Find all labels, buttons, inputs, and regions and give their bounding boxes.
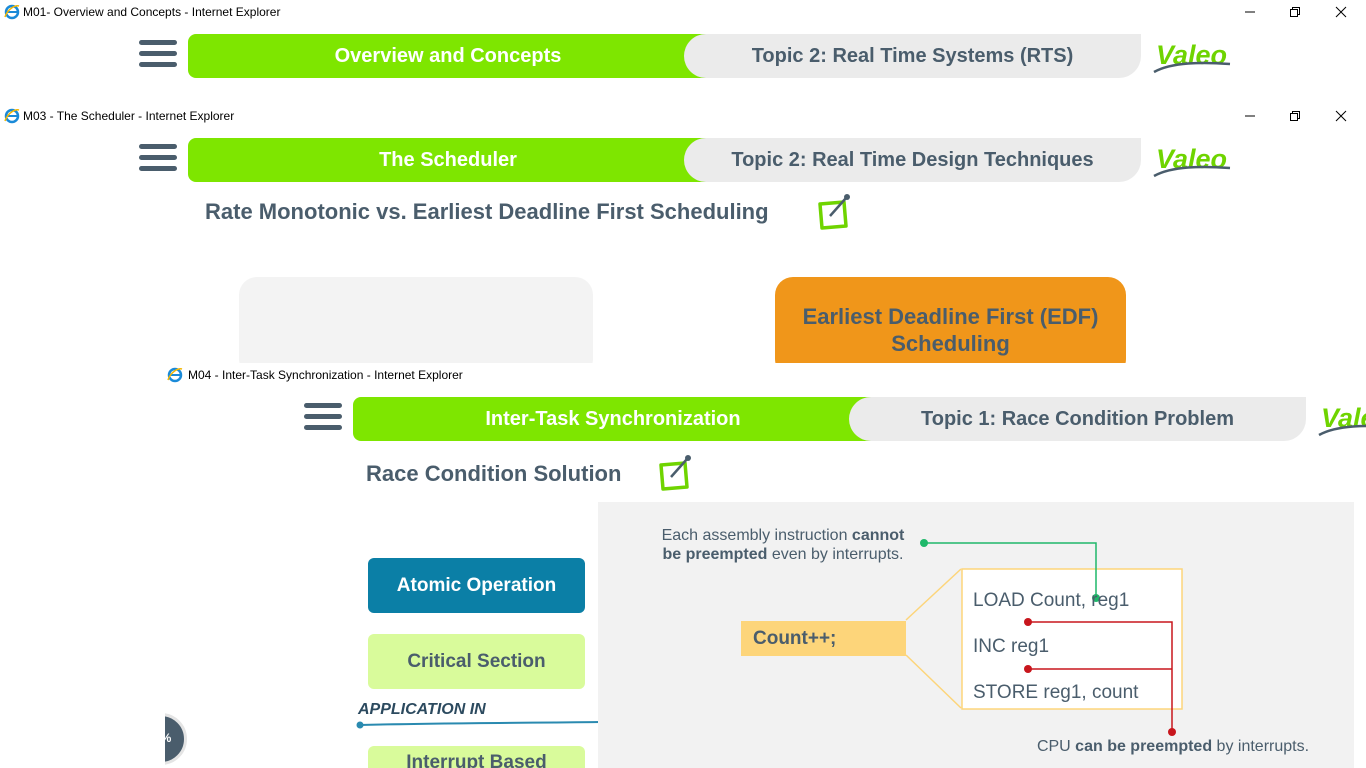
application-line xyxy=(356,721,601,729)
tab-topic[interactable]: Topic 2: Real Time Systems (RTS) xyxy=(684,34,1141,78)
notes-icon[interactable] xyxy=(816,192,852,232)
tab-module[interactable]: The Scheduler xyxy=(188,138,708,182)
menu-button[interactable] xyxy=(139,144,177,176)
restore-button[interactable] xyxy=(1272,0,1318,24)
asm-line: STORE reg1, count xyxy=(973,682,1139,703)
tab-topic[interactable]: Topic 1: Race Condition Problem xyxy=(849,397,1306,441)
window-title: M04 - Inter-Task Synchronization - Inter… xyxy=(188,368,463,382)
tab-topic[interactable]: Topic 2: Real Time Design Techniques xyxy=(684,138,1141,182)
restore-button[interactable] xyxy=(1272,104,1318,128)
close-button[interactable] xyxy=(1318,0,1364,24)
close-icon xyxy=(1335,110,1347,122)
interrupt-based-button[interactable]: Interrupt Based xyxy=(368,746,585,768)
close-icon xyxy=(1335,6,1347,18)
asm-line: INC reg1 xyxy=(973,636,1050,657)
note-bottom-bold: can be preempted xyxy=(1075,738,1213,755)
restore-icon xyxy=(1290,111,1300,121)
module-tabbar: The Scheduler Topic 2: Real Time Design … xyxy=(188,138,1141,182)
note-bottom-text-2: by interrupts. xyxy=(1212,738,1310,755)
expr-label: Count++; xyxy=(753,628,837,649)
ie-icon xyxy=(4,108,20,124)
window-m03: M03 - The Scheduler - Internet Explorer … xyxy=(0,104,1366,363)
application-label: APPLICATION IN xyxy=(358,701,486,718)
critical-section-button[interactable]: Critical Section xyxy=(368,634,585,689)
minimize-button[interactable] xyxy=(1227,104,1273,128)
notes-icon[interactable] xyxy=(657,453,693,493)
module-tabbar: Overview and Concepts Topic 2: Real Time… xyxy=(188,34,1141,78)
progress-badge: 1 % xyxy=(165,713,187,765)
valeo-logo: Valeo xyxy=(1153,144,1231,178)
window-m04: M04 - Inter-Task Synchronization - Inter… xyxy=(165,363,1366,768)
window-title: M01- Overview and Concepts - Internet Ex… xyxy=(23,5,281,19)
window-m01: M01- Overview and Concepts - Internet Ex… xyxy=(0,0,1366,104)
svg-text:Valeo: Valeo xyxy=(1156,40,1227,70)
menu-button[interactable] xyxy=(304,403,342,435)
minimize-icon xyxy=(1245,115,1255,117)
progress-label: 1 % xyxy=(165,731,184,745)
window-title: M03 - The Scheduler - Internet Explorer xyxy=(23,109,235,123)
window-m04-titlebar[interactable]: M04 - Inter-Task Synchronization - Inter… xyxy=(165,363,1366,387)
menu-button[interactable] xyxy=(139,40,177,72)
asm-line: LOAD Count, reg1 xyxy=(973,590,1130,611)
diagram-panel: Each assembly instruction cannot be pree… xyxy=(598,502,1354,768)
atomic-operation-button[interactable]: Atomic Operation xyxy=(368,558,585,613)
valeo-logo: Valeo xyxy=(1153,40,1231,74)
note-bottom: CPU can be preempted by interrupts. xyxy=(998,738,1348,756)
svg-text:Valeo: Valeo xyxy=(1156,144,1227,174)
window-m01-titlebar[interactable]: M01- Overview and Concepts - Internet Ex… xyxy=(0,0,1366,24)
valeo-logo: Valeo xyxy=(1318,403,1366,437)
window-m03-titlebar[interactable]: M03 - The Scheduler - Internet Explorer xyxy=(0,104,1366,128)
minimize-icon xyxy=(1245,11,1255,13)
note-bottom-text-1: CPU xyxy=(1036,738,1076,755)
diagram-connectors xyxy=(905,539,1183,736)
slide-title: Race Condition Solution xyxy=(366,461,622,486)
minimize-button[interactable] xyxy=(1227,0,1273,24)
close-button[interactable] xyxy=(1318,104,1364,128)
slide-title: Rate Monotonic vs. Earliest Deadline Fir… xyxy=(205,199,769,224)
expr-box: Count++; xyxy=(741,621,906,656)
edf-card-label: Earliest Deadline First (EDF) Scheduling xyxy=(802,304,1099,356)
module-tabbar: Inter-Task Synchronization Topic 1: Race… xyxy=(353,397,1306,441)
ie-icon xyxy=(4,4,20,20)
restore-icon xyxy=(1290,7,1300,17)
tab-module[interactable]: Overview and Concepts xyxy=(188,34,708,78)
tab-module[interactable]: Inter-Task Synchronization xyxy=(353,397,873,441)
edf-card[interactable]: Earliest Deadline First (EDF) Scheduling xyxy=(775,277,1126,363)
rate-monotonic-card[interactable] xyxy=(239,277,593,363)
ie-icon xyxy=(167,367,183,383)
